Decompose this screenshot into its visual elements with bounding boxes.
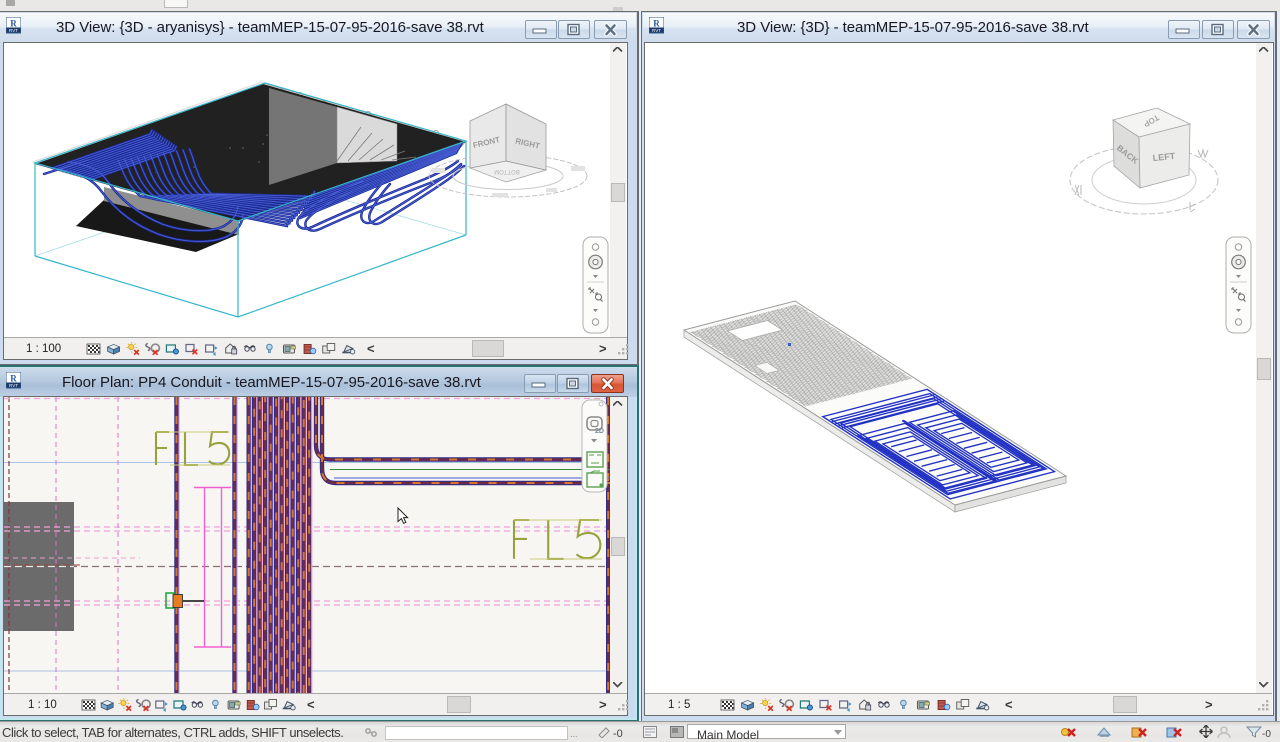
svg-text:BOTTOM: BOTTOM: [494, 168, 520, 174]
svg-text:2D: 2D: [595, 428, 604, 435]
